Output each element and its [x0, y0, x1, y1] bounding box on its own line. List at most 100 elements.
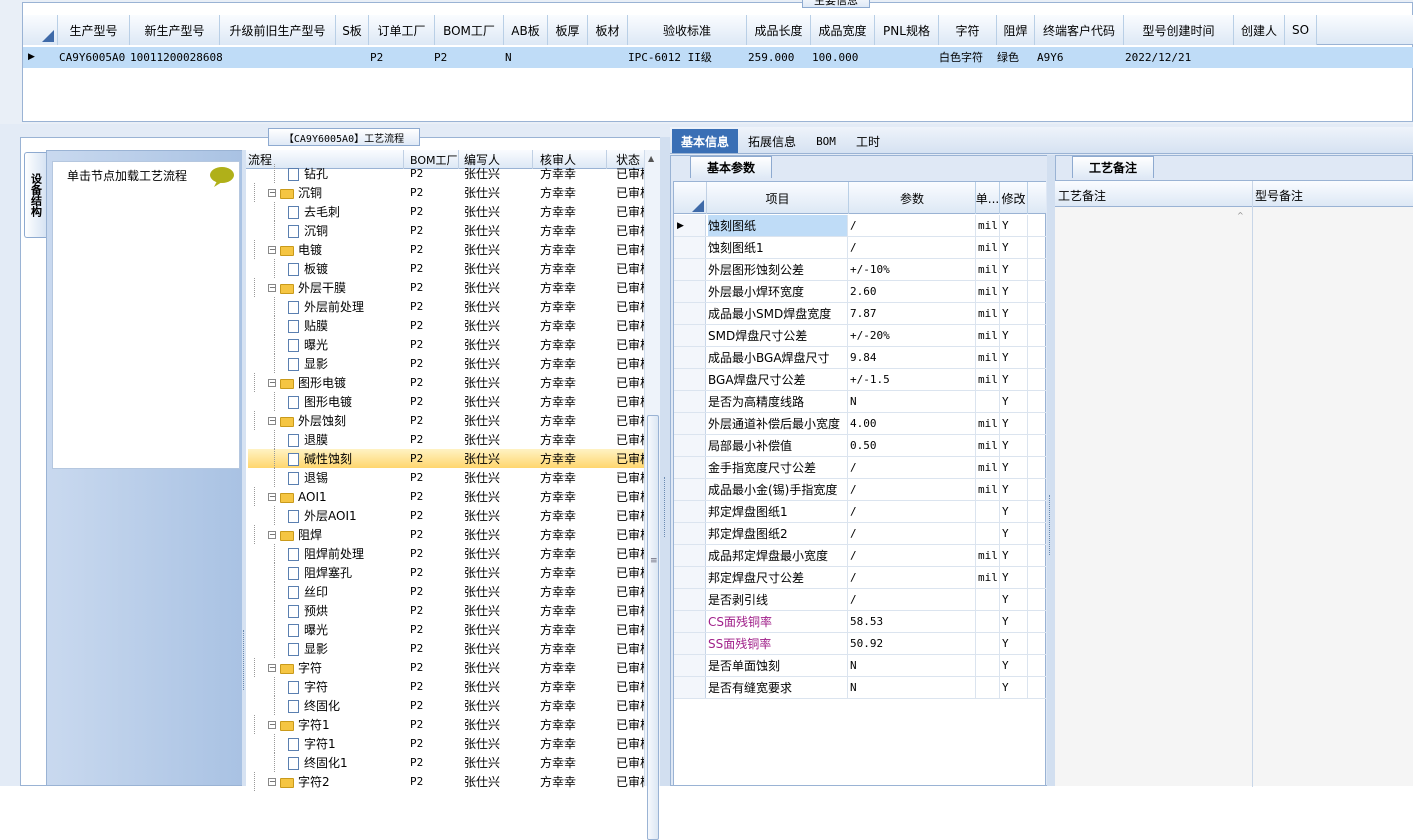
cell-value[interactable]: /	[850, 567, 976, 588]
cell-value[interactable]: /	[850, 237, 976, 258]
col-creator[interactable]: 创建人	[1234, 15, 1285, 45]
tree-row[interactable]: − 字符 P2 张仕兴 方幸幸 已审核	[248, 658, 644, 677]
collapse-toggle-icon[interactable]: −	[268, 777, 276, 786]
tree-row[interactable]: − AOI1 P2 张仕兴 方幸幸 已审核	[248, 487, 644, 506]
tree-row[interactable]: − 沉铜 P2 张仕兴 方幸幸 已审核	[248, 183, 644, 202]
tab-bom[interactable]: BOM	[806, 129, 846, 153]
tree-row[interactable]: 丝印 P2 张仕兴 方幸幸 已审核	[248, 582, 644, 601]
col-customer[interactable]: 终端客户代码	[1035, 15, 1124, 45]
col-s-board[interactable]: S板	[336, 15, 369, 45]
splitter-center[interactable]	[660, 137, 670, 786]
tree-row[interactable]: 预烘 P2 张仕兴 方幸幸 已审核	[248, 601, 644, 620]
tree-row[interactable]: 显影 P2 张仕兴 方幸幸 已审核	[248, 354, 644, 373]
col-material[interactable]: 板材	[588, 15, 628, 45]
tree-row[interactable]: 碱性蚀刻 P2 张仕兴 方幸幸 已审核	[248, 449, 644, 468]
tree-node[interactable]: − 字符1	[268, 715, 403, 734]
tree-row[interactable]: − 图形电镀 P2 张仕兴 方幸幸 已审核	[248, 373, 644, 392]
table-row[interactable]: BGA焊盘尺寸公差 +/-1.5 mil Y	[674, 369, 1046, 391]
tree-node[interactable]: 终固化	[288, 696, 403, 715]
tree-node[interactable]: 退锡	[288, 468, 403, 487]
cell-value[interactable]: 0.50	[850, 435, 976, 456]
tree-node[interactable]: 贴膜	[288, 316, 403, 335]
tree-row[interactable]: − 字符1 P2 张仕兴 方幸幸 已审核	[248, 715, 644, 734]
cell-value[interactable]: +/-10%	[850, 259, 976, 280]
col-width[interactable]: 成品宽度	[811, 15, 875, 45]
col-so[interactable]: SO	[1285, 15, 1317, 45]
cell-value[interactable]: N	[850, 655, 976, 676]
collapse-toggle-icon[interactable]: −	[268, 492, 276, 501]
tree-node[interactable]: − 字符2	[268, 772, 403, 791]
cell-value[interactable]: N	[850, 677, 976, 698]
col-modify[interactable]: 修改	[1000, 182, 1028, 214]
col-item[interactable]: 项目	[707, 182, 849, 214]
cell-value[interactable]: +/-20%	[850, 325, 976, 346]
cell-value[interactable]: +/-1.5	[850, 369, 976, 390]
table-row[interactable]: 局部最小补偿值 0.50 mil Y	[674, 435, 1046, 457]
col-process-note[interactable]: 工艺备注	[1058, 187, 1106, 204]
tree-row[interactable]: 贴膜 P2 张仕兴 方幸幸 已审核	[248, 316, 644, 335]
col-ab-board[interactable]: AB板	[504, 15, 548, 45]
collapse-toggle-icon[interactable]: −	[268, 663, 276, 672]
col-solder[interactable]: 阻焊	[997, 15, 1035, 45]
table-row[interactable]: 蚀刻图纸1/mil Y	[674, 237, 1046, 259]
tree-node[interactable]: − 沉铜	[268, 183, 403, 202]
tab-extended-info[interactable]: 拓展信息	[740, 129, 804, 153]
table-row[interactable]: ▶ 蚀刻图纸 / mil Y	[674, 215, 1046, 237]
table-row[interactable]: 外层图形蚀刻公差 +/-10% mil Y	[674, 259, 1046, 281]
tree-row[interactable]: − 外层蚀刻 P2 张仕兴 方幸幸 已审核	[248, 411, 644, 430]
cell-value[interactable]: 50.92	[850, 633, 976, 654]
cell-value[interactable]: /	[850, 215, 976, 236]
tree-row[interactable]: 外层AOI1 P2 张仕兴 方幸幸 已审核	[248, 506, 644, 525]
cell-value[interactable]: /	[850, 457, 976, 478]
tab-basic-info[interactable]: 基本信息	[672, 129, 738, 153]
tree-row[interactable]: 板镀 P2 张仕兴 方幸幸 已审核	[248, 259, 644, 278]
tree-node[interactable]: 阻焊前处理	[288, 544, 403, 563]
cell-value[interactable]: /	[850, 545, 976, 566]
table-row[interactable]: 是否为高精度线路 N Y	[674, 391, 1046, 413]
tree-row[interactable]: − 电镀 P2 张仕兴 方幸幸 已审核	[248, 240, 644, 259]
table-row[interactable]: 金手指宽度尺寸公差 / mil Y	[674, 457, 1046, 479]
tree-node[interactable]: 钻孔	[288, 164, 403, 183]
tree-row[interactable]: 图形电镀 P2 张仕兴 方幸幸 已审核	[248, 392, 644, 411]
collapse-toggle-icon[interactable]: −	[268, 416, 276, 425]
table-row[interactable]: 成品最小SMD焊盘宽度 7.87 mil Y	[674, 303, 1046, 325]
tree-row[interactable]: 字符 P2 张仕兴 方幸幸 已审核	[248, 677, 644, 696]
collapse-toggle-icon[interactable]: −	[268, 283, 276, 292]
tree-row[interactable]: 字符1 P2 张仕兴 方幸幸 已审核	[248, 734, 644, 753]
tree-row[interactable]: 退膜 P2 张仕兴 方幸幸 已审核	[248, 430, 644, 449]
flow-scrollbar[interactable]: ▲ ≡	[644, 150, 660, 840]
tree-node[interactable]: 曝光	[288, 620, 403, 639]
cell-value[interactable]: /	[850, 479, 976, 500]
cell-value[interactable]: 2.60	[850, 281, 976, 302]
tree-node[interactable]: − 电镀	[268, 240, 403, 259]
cell-value[interactable]: 58.53	[850, 611, 976, 632]
tree-node[interactable]: − 外层蚀刻	[268, 411, 403, 430]
col-order-factory[interactable]: 订单工厂	[369, 15, 435, 45]
table-row[interactable]: 外层最小焊环宽度 2.60 mil Y	[674, 281, 1046, 303]
tree-row[interactable]: 去毛刺 P2 张仕兴 方幸幸 已审核	[248, 202, 644, 221]
scroll-up-icon[interactable]: ▲	[648, 154, 654, 163]
cell-value[interactable]: N	[850, 391, 976, 412]
tree-node[interactable]: 显影	[288, 354, 403, 373]
tree-row[interactable]: 曝光 P2 张仕兴 方幸幸 已审核	[248, 335, 644, 354]
tree-node[interactable]: 去毛刺	[288, 202, 403, 221]
table-row[interactable]: 邦定焊盘尺寸公差 / mil Y	[674, 567, 1046, 589]
col-char[interactable]: 字符	[939, 15, 997, 45]
table-row[interactable]: 邦定焊盘图纸1/ Y	[674, 501, 1046, 523]
tree-node[interactable]: − AOI1	[268, 487, 403, 506]
col-pnl[interactable]: PNL规格	[875, 15, 939, 45]
tree-node[interactable]: 图形电镀	[288, 392, 403, 411]
tree-node[interactable]: 阻焊塞孔	[288, 563, 403, 582]
tree-row[interactable]: − 阻焊 P2 张仕兴 方幸幸 已审核	[248, 525, 644, 544]
tree-node[interactable]: 曝光	[288, 335, 403, 354]
tree-node[interactable]: 板镀	[288, 259, 403, 278]
table-row[interactable]: CS面残铜率 58.53 Y	[674, 611, 1046, 633]
tree-node[interactable]: 终固化1	[288, 753, 403, 772]
tree-row[interactable]: 曝光 P2 张仕兴 方幸幸 已审核	[248, 620, 644, 639]
col-unit[interactable]: 单...	[976, 182, 1000, 214]
notes-scroll-up-icon[interactable]: ^	[1237, 211, 1244, 220]
tree-node[interactable]: 字符	[288, 677, 403, 696]
collapse-toggle-icon[interactable]: −	[268, 530, 276, 539]
col-new-model[interactable]: 新生产型号	[130, 15, 220, 45]
tree-node[interactable]: 退膜	[288, 430, 403, 449]
